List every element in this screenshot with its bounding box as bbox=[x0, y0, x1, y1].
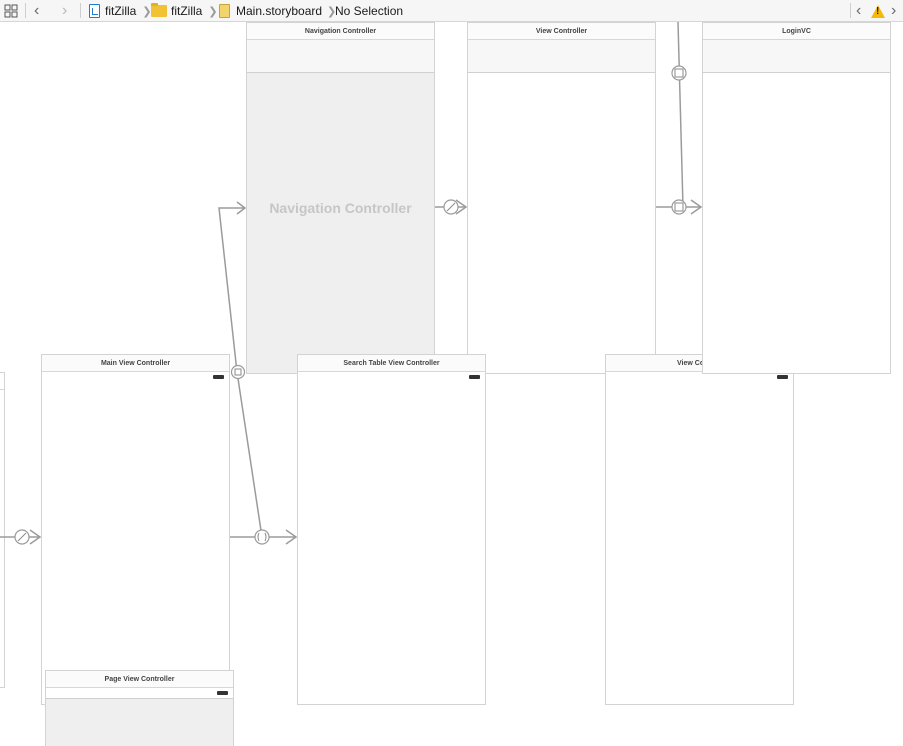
segue-line[interactable] bbox=[677, 22, 684, 208]
breadcrumb-project[interactable]: fitZilla ❯ bbox=[89, 0, 152, 22]
relationship-segue-icon[interactable] bbox=[230, 364, 246, 380]
chevron-right-icon: ❯ bbox=[208, 5, 218, 18]
back-arrow-icon[interactable]: ‹ bbox=[34, 0, 39, 22]
previous-issue-arrow-icon[interactable]: ‹ bbox=[856, 0, 861, 22]
segue-line[interactable] bbox=[236, 371, 263, 538]
breadcrumb-label: Main.storyboard bbox=[236, 4, 323, 18]
jump-bar: ‹ › fitZilla ❯ fitZilla ❯ Main.storyboar… bbox=[0, 0, 903, 22]
divider bbox=[80, 3, 81, 18]
warning-button[interactable] bbox=[871, 0, 885, 22]
project-file-icon bbox=[89, 4, 100, 18]
segue-overlay bbox=[0, 22, 703, 545]
segue-line[interactable] bbox=[218, 207, 245, 373]
breadcrumb-storyboard[interactable]: Main.storyboard ❯ bbox=[219, 0, 336, 22]
breadcrumb-folder[interactable]: fitZilla ❯ bbox=[151, 0, 218, 22]
segue-icon[interactable] bbox=[671, 65, 687, 81]
breadcrumb-selection[interactable]: No Selection bbox=[335, 0, 403, 22]
related-items-icon[interactable] bbox=[4, 0, 18, 22]
next-issue-arrow-icon[interactable]: › bbox=[891, 0, 896, 22]
divider bbox=[25, 3, 26, 18]
push-segue-icon[interactable] bbox=[254, 529, 270, 545]
warning-icon bbox=[871, 4, 885, 18]
segue-icon[interactable] bbox=[671, 199, 687, 215]
folder-icon bbox=[151, 3, 167, 17]
forward-arrow-icon[interactable]: › bbox=[62, 0, 67, 22]
storyboard-file-icon bbox=[219, 4, 230, 18]
breadcrumb-label: fitZilla bbox=[171, 4, 203, 18]
breadcrumb-label: fitZilla bbox=[105, 4, 137, 18]
breadcrumb-label: No Selection bbox=[335, 4, 404, 18]
divider bbox=[850, 3, 851, 18]
storyboard-canvas[interactable]: Navigation Controller Navigation Control… bbox=[0, 22, 903, 746]
